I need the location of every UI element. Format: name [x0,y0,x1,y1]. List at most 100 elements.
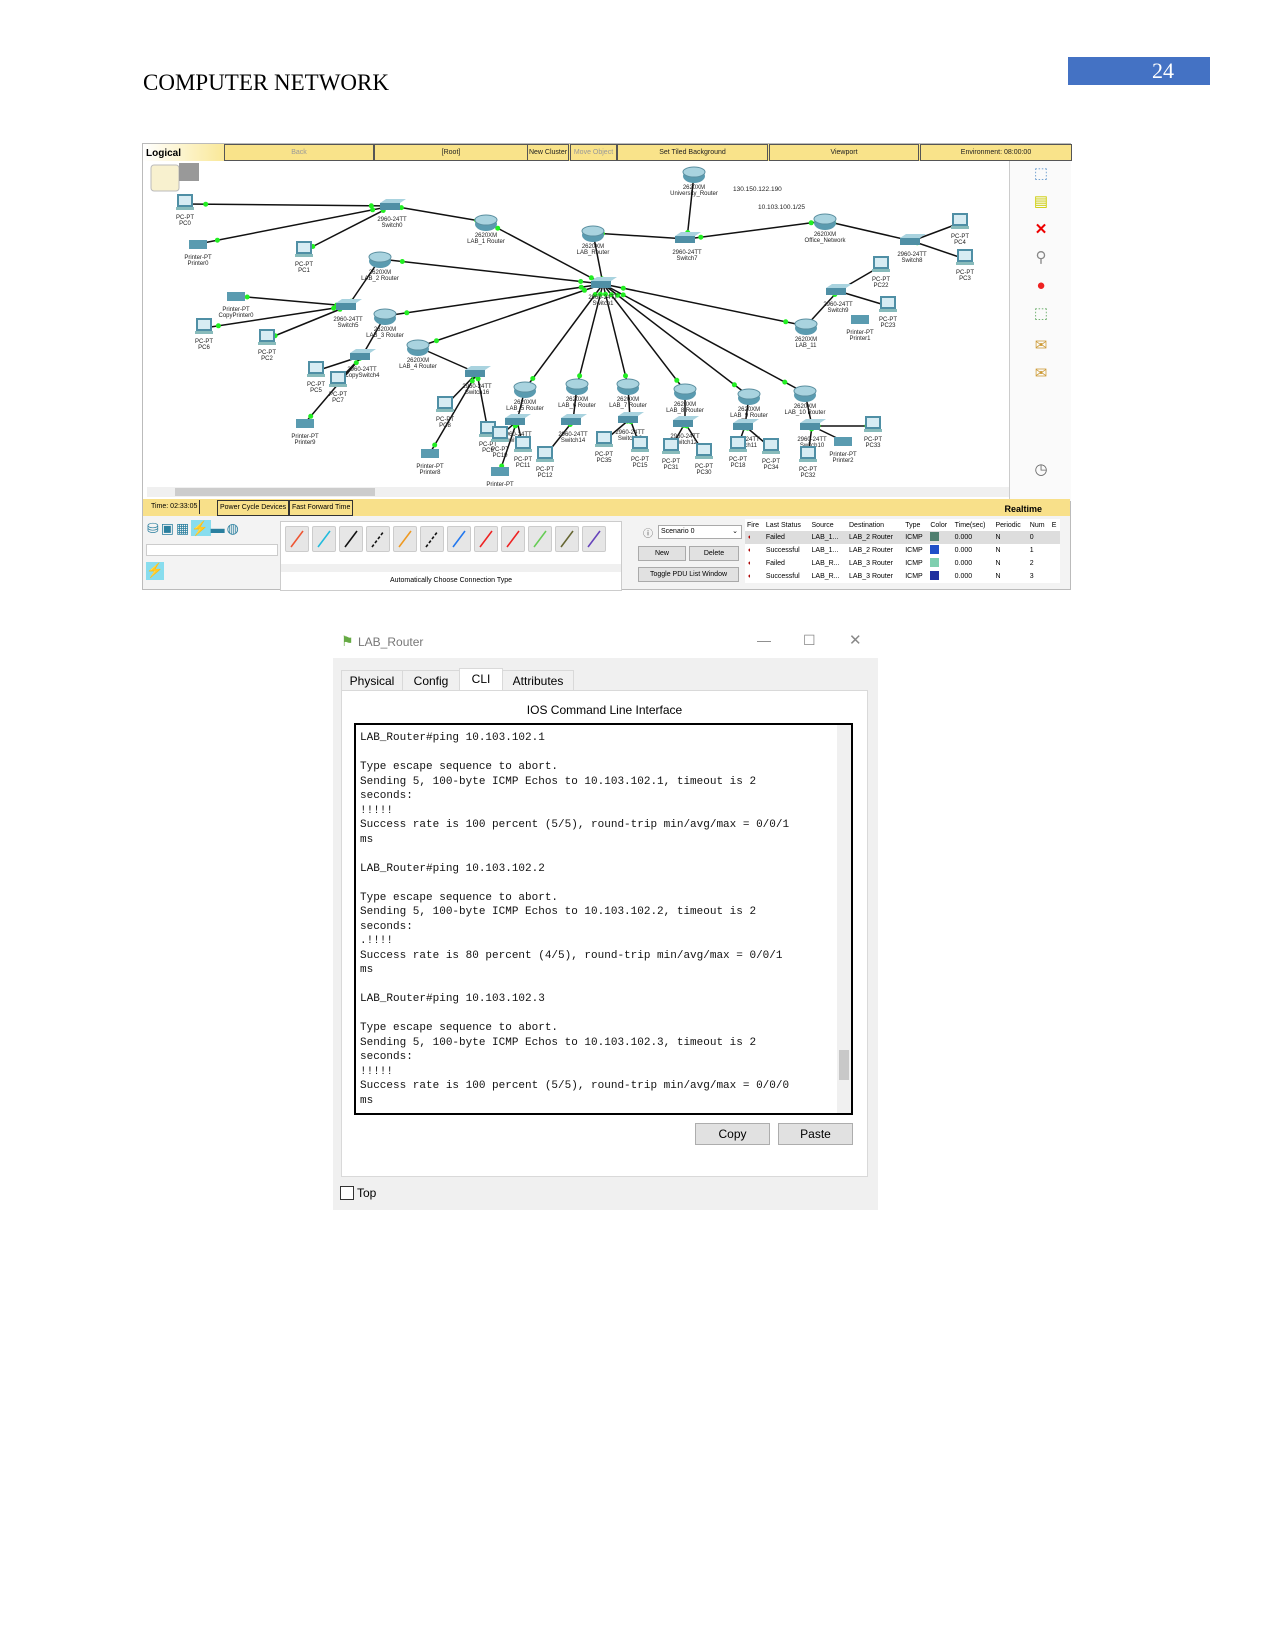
tab-config[interactable]: Config [402,670,460,691]
node-sw7[interactable]: 2960-24TTSwitch7 [672,232,702,262]
copy-button[interactable]: Copy [695,1123,770,1145]
node-pc12[interactable]: PC-PTPC12 [536,446,554,479]
fire-icon[interactable]: ◖ [745,531,764,544]
node-pc8[interactable]: PC-PTPC8 [436,396,454,429]
node-pc34[interactable]: PC-PTPC34 [762,438,780,471]
connection-scrollbar[interactable] [281,564,621,572]
node-lab10[interactable]: 2620XMLAB_10 Router [784,385,826,416]
node-sw4[interactable]: 2960-24TTCopySwitch4 [344,349,380,379]
new-scenario-button[interactable]: New [638,546,686,561]
node-pc11[interactable]: PC-PTPC11 [514,436,532,469]
node-pc35[interactable]: PC-PTPC35 [595,431,613,464]
node-printer8[interactable]: Printer-PTPrinter8 [416,449,444,476]
add-complex-pdu-icon[interactable]: ✉ [1032,365,1050,383]
connection-type-icon[interactable] [474,526,498,552]
node-pc3[interactable]: PC-PTPC3 [956,249,974,282]
delete-scenario-button[interactable]: Delete [689,546,739,561]
note-icon[interactable]: ▤ [1032,193,1050,211]
top-checkbox[interactable] [340,1186,354,1200]
link-labr-sw7[interactable] [592,232,688,240]
link-pc0-sw0[interactable] [184,203,393,207]
connection-type-icon[interactable] [339,526,363,552]
link-sw7-office[interactable] [686,220,826,240]
new-cluster-button[interactable]: New Cluster [527,144,569,161]
info-icon[interactable]: ⓘ [643,525,653,540]
connection-type-icon[interactable] [366,526,390,552]
node-printer9[interactable]: Printer-PTPrinter9 [291,419,319,446]
root-button[interactable]: [Root] [374,144,528,161]
node-pc31[interactable]: PC-PTPC31 [662,438,680,471]
cli-terminal[interactable]: LAB_Router#ping 10.103.102.1 Type escape… [354,723,853,1115]
pdu-row[interactable]: ◖ Successful LAB_R... LAB_3 Router ICMP 0.000… [745,570,1060,583]
close-button[interactable]: ✕ [849,631,862,649]
connection-type-icon[interactable] [501,526,525,552]
move-object-button[interactable]: Move Object [570,144,617,161]
node-lab2[interactable]: 2620XMLAB_2 Router [361,251,399,282]
link-lab4-sw1[interactable] [417,283,604,348]
link-lab10-sw1[interactable] [602,283,806,394]
node-sw8[interactable]: 2960-24TTSwitch8 [897,234,927,264]
node-lab9[interactable]: 2620XMLAB_9 Router [730,388,768,419]
connection-type-icon[interactable] [285,526,309,552]
node-pc22[interactable]: PC-PTPC22 [872,256,890,289]
node-office[interactable]: 2620XMOffice_Network [805,213,847,244]
horizontal-scrollbar[interactable] [147,487,1009,497]
fire-icon[interactable]: ◖ [745,544,764,557]
node-pc0[interactable]: PC-PTPC0 [176,194,194,227]
connection-type-icon[interactable] [312,526,336,552]
pdu-row[interactable]: ◖ Successful LAB_1... LAB_2 Router ICMP 0.000… [745,544,1060,557]
node-printer1[interactable]: Printer-PTPrinter1 [846,315,874,342]
realtime-clock-icon[interactable]: ◷ [1032,461,1050,479]
paste-button[interactable]: Paste [778,1123,853,1145]
set-tiled-background-button[interactable]: Set Tiled Background [617,144,768,161]
tab-physical[interactable]: Physical [341,670,403,691]
fire-icon[interactable]: ◖ [745,557,764,570]
tab-attributes[interactable]: Attributes [502,670,574,691]
connection-type-icon[interactable] [582,526,606,552]
node-pc1[interactable]: PC-PTPC1 [295,241,313,274]
node-printer7[interactable]: Printer-PTPrinter7 [486,467,514,487]
delete-icon[interactable]: ✕ [1032,221,1050,239]
select-icon[interactable]: ⬚ [1032,165,1050,183]
device-category-icons[interactable]: ⛁▣▦⚡▬◍ [147,520,241,537]
node-pc5[interactable]: PC-PTPC5 [307,361,325,394]
node-pc30[interactable]: PC-PTPC30 [695,443,713,476]
node-printer0[interactable]: Printer-PTPrinter0 [184,240,212,267]
node-sw0[interactable]: 2960-24TTSwitch0 [377,199,407,229]
tab-cli[interactable]: CLI [459,668,503,691]
network-topology-canvas[interactable]: PC-PTPC0 Printer-PTPrinter0 PC-PTPC1 2960-2… [143,161,1009,487]
power-cycle-button[interactable]: Power Cycle Devices [217,500,290,516]
node-sw10[interactable]: 2960-24TTSwitch10 [797,419,827,449]
connection-type-icon[interactable] [447,526,471,552]
node-sw5[interactable]: 2960-24TTSwitch5 [333,299,363,329]
connection-type-icon[interactable] [555,526,579,552]
minimize-button[interactable]: — [757,632,771,648]
pdu-row[interactable]: ◖ Failed LAB_R... LAB_3 Router ICMP 0.000 N 2 [745,557,1060,570]
node-pc32[interactable]: PC-PTPC32 [799,446,817,479]
environment-button[interactable]: Environment: 08:00:00 [920,144,1072,161]
fast-forward-button[interactable]: Fast Forward Time [289,500,354,516]
connection-type-icon[interactable] [393,526,417,552]
connection-type-icon[interactable] [420,526,444,552]
connections-icon[interactable]: ⚡ [146,562,164,580]
inspect-icon[interactable]: ⚲ [1032,249,1050,267]
resize-icon[interactable]: ⬚ [1032,305,1050,323]
node-pc15[interactable]: PC-PTPC15 [631,436,649,469]
node-pc18[interactable]: PC-PTPC18 [729,436,747,469]
device-search-box[interactable] [146,544,278,556]
node-sw9[interactable]: 2960-24TTSwitch9 [823,284,853,314]
link-lab11-sw1[interactable] [602,283,807,327]
node-lab4[interactable]: 2620XMLAB_4 Router [399,339,437,370]
node-lab11[interactable]: 2620XMLAB_11 [794,318,818,349]
node-lab7[interactable]: 2620XMLAB_7 Router [609,378,647,409]
link-printer0-sw0[interactable] [197,205,393,245]
link-pc1-sw0[interactable] [303,205,393,252]
pdu-row[interactable]: ◖ Failed LAB_1... LAB_2 Router ICMP 0.000 N 0 [745,531,1060,544]
node-lab5[interactable]: 2620XMLAB_5 Router [506,381,544,412]
node-labr[interactable]: 2620XMLAB_Router [577,225,610,256]
realtime-mode-label[interactable]: Realtime [1004,504,1042,514]
node-lab8[interactable]: 2620XMLAB_8 Router [666,383,704,414]
scenario-select[interactable]: Scenario 0 ⌄ [658,525,742,539]
node-uni[interactable]: 2620XMUniversity_Router [670,166,718,197]
node-pc23[interactable]: PC-PTPC23 [879,296,897,329]
